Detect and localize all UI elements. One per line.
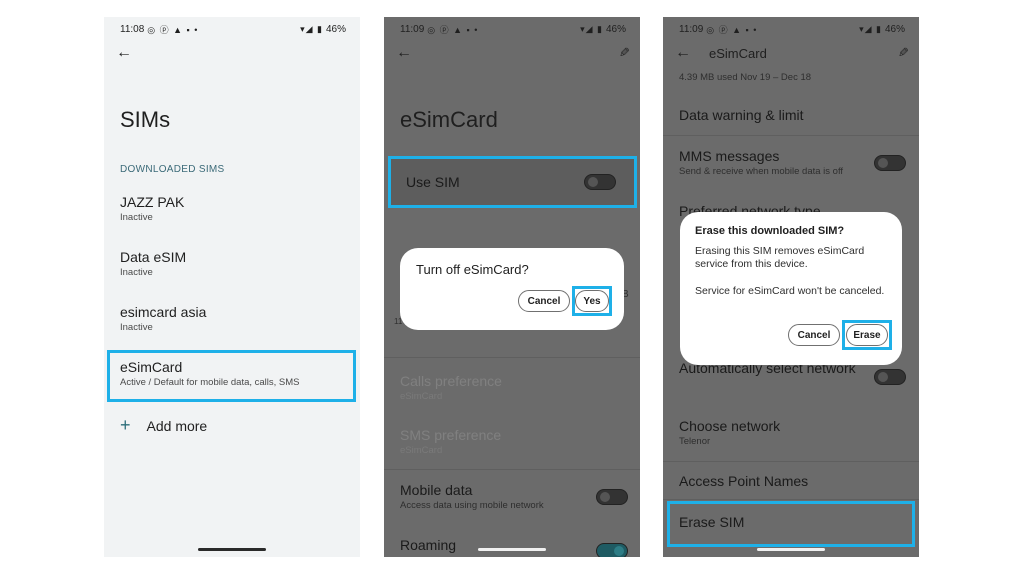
screen-sim-settings-turn-off: 11:09 ◎ ⓟ ▲ ▪ • ▾◢ ▮ 46% ← ✎ eSimCard Use …: [384, 17, 640, 557]
sms-preference-title: SMS preference: [400, 427, 502, 443]
mobile-data-toggle[interactable]: [596, 489, 628, 505]
calls-preference-title: Calls preference: [400, 373, 502, 389]
roaming-toggle[interactable]: [596, 543, 628, 557]
mobile-data-title: Mobile data: [400, 482, 473, 498]
highlight-box: [388, 156, 637, 208]
mms-title: MMS messages: [679, 148, 780, 164]
battery-level: 46%: [884, 23, 905, 35]
gesture-nav-bar[interactable]: [478, 548, 546, 551]
roaming-title: Roaming: [400, 537, 457, 553]
dialog-body-1: Erasing this SIM removes eSimCard servic…: [695, 245, 865, 270]
divider: [384, 469, 640, 470]
edit-pencil-icon[interactable]: ✎: [619, 45, 630, 61]
sim-item-esimcard-asia[interactable]: esimcard asia Inactive: [120, 304, 348, 334]
sim-status: Inactive: [120, 212, 153, 223]
highlight-box: [667, 501, 915, 547]
status-time: 11:09: [400, 23, 425, 35]
data-usage-text: 4.39 MB used Nov 19 – Dec 18: [679, 72, 812, 83]
status-bar: 11:09 ◎ ⓟ ▲ ▪ • ▾◢ ▮ 46%: [400, 22, 626, 36]
battery-level: 46%: [605, 23, 626, 35]
highlight-box: [842, 320, 892, 350]
app-bar: ← ✎: [394, 43, 630, 63]
status-time: 11:09: [679, 23, 704, 35]
mobile-data-row[interactable]: Mobile data Access data using mobile net…: [400, 482, 628, 512]
sms-preference-row[interactable]: SMS preference eSimCard: [400, 427, 628, 457]
battery-level: 46%: [325, 23, 346, 35]
signal-icons: ▾◢ ▮: [859, 23, 882, 34]
app-bar: ←: [114, 43, 350, 63]
screen-sims-list: 11:08 ◎ ⓟ ▲ ▪ • ▾◢ ▮ 46% ← SIMs DOWNLOADED…: [104, 17, 360, 557]
cancel-button[interactable]: Cancel: [518, 290, 570, 312]
cancel-button[interactable]: Cancel: [788, 324, 840, 346]
erase-sim-dialog: Erase this downloaded SIM? Erasing this …: [680, 212, 902, 365]
divider: [663, 499, 919, 500]
highlight-box: [572, 286, 612, 316]
choose-network-sub: Telenor: [679, 436, 711, 447]
dialog-title: Turn off eSimCard?: [416, 262, 529, 277]
mms-toggle[interactable]: [874, 155, 906, 171]
sim-item-data-esim[interactable]: Data eSIM Inactive: [120, 249, 348, 279]
back-arrow-icon[interactable]: ←: [114, 44, 134, 62]
plus-icon: +: [120, 415, 131, 435]
status-time: 11:08: [120, 23, 145, 35]
sim-status: Inactive: [120, 267, 153, 278]
mms-sub: Send & receive when mobile data is off: [679, 166, 844, 177]
section-header: DOWNLOADED SIMS: [120, 164, 225, 175]
divider: [663, 461, 919, 462]
notification-icons: ◎ ⓟ ▲ ▪ •: [706, 24, 758, 35]
mobile-data-sub: Access data using mobile network: [400, 500, 544, 511]
roaming-row[interactable]: Roaming: [400, 537, 628, 554]
calls-preference-sub: eSimCard: [400, 391, 443, 402]
choose-network-row[interactable]: Choose network Telenor: [679, 418, 907, 448]
page-title: SIMs: [120, 107, 171, 132]
calls-preference-row[interactable]: Calls preference eSimCard: [400, 373, 628, 403]
app-bar-title: eSimCard: [709, 45, 767, 61]
turn-off-dialog: Turn off eSimCard? Cancel Yes: [400, 248, 624, 330]
gesture-nav-bar[interactable]: [198, 548, 266, 551]
dialog-title: Erase this downloaded SIM?: [695, 225, 845, 237]
auto-select-toggle[interactable]: [874, 369, 906, 385]
sms-preference-sub: eSimCard: [400, 445, 443, 456]
choose-network-title: Choose network: [679, 418, 781, 434]
status-bar: 11:09 ◎ ⓟ ▲ ▪ • ▾◢ ▮ 46%: [679, 22, 905, 36]
divider: [384, 357, 640, 358]
divider: [663, 135, 919, 136]
dialog-body-2: Service for eSimCard won't be canceled.: [695, 285, 885, 297]
apn-row[interactable]: Access Point Names: [679, 473, 907, 490]
page-title: eSimCard: [400, 107, 498, 132]
highlight-box: [107, 350, 356, 402]
sim-item-jazz-pak[interactable]: JAZZ PAK Inactive: [120, 194, 348, 224]
back-arrow-icon[interactable]: ←: [673, 44, 693, 62]
status-bar: 11:08 ◎ ⓟ ▲ ▪ • ▾◢ ▮ 46%: [120, 22, 346, 36]
notification-icons: ◎ ⓟ ▲ ▪ •: [147, 24, 199, 35]
apn-title: Access Point Names: [679, 473, 809, 489]
signal-icons: ▾◢ ▮: [580, 23, 603, 34]
signal-icons: ▾◢ ▮: [300, 23, 323, 34]
screen-sim-settings-erase: 11:09 ◎ ⓟ ▲ ▪ • ▾◢ ▮ 46% ← eSimCard ✎ 4.39…: [663, 17, 919, 557]
data-warning-row[interactable]: Data warning & limit: [679, 107, 907, 124]
mms-row[interactable]: MMS messages Send & receive when mobile …: [679, 148, 907, 178]
back-arrow-icon[interactable]: ←: [394, 44, 414, 62]
gesture-nav-bar[interactable]: [757, 548, 825, 551]
sim-status: Inactive: [120, 322, 153, 333]
data-warning-title: Data warning & limit: [679, 107, 804, 123]
sim-name: Data eSIM: [120, 249, 187, 265]
add-more-label: Add more: [146, 417, 208, 434]
sim-name: JAZZ PAK: [120, 194, 185, 210]
edit-pencil-icon[interactable]: ✎: [898, 45, 909, 61]
notification-icons: ◎ ⓟ ▲ ▪ •: [427, 24, 479, 35]
sim-name: esimcard asia: [120, 304, 207, 320]
app-bar: ← eSimCard ✎: [673, 43, 909, 63]
add-more-button[interactable]: + Add more: [120, 415, 207, 436]
